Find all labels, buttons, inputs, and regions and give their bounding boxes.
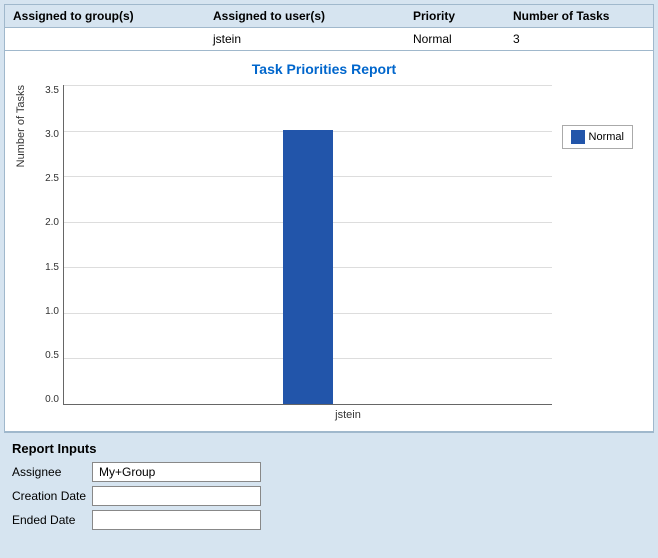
y-ticks: 0.0 0.5 1.0 1.5 2.0 2.5 3.0 3.5	[31, 85, 59, 405]
y-axis-label: Number of Tasks	[15, 85, 27, 167]
x-label-jstein: jstein	[335, 409, 361, 421]
chart-section: Task Priorities Report Number of Tasks 0…	[4, 50, 654, 432]
label-assignee: Assignee	[12, 465, 92, 479]
bar-group	[283, 130, 333, 404]
input-ended-date[interactable]	[92, 510, 261, 530]
cell-user: jstein	[205, 28, 405, 50]
report-inputs-section: Report Inputs Assignee Creation Date End…	[4, 432, 654, 538]
chart-title: Task Priorities Report	[15, 61, 633, 77]
col-header-group: Assigned to group(s)	[5, 5, 205, 27]
y-tick: 2.0	[31, 217, 59, 228]
report-inputs-title: Report Inputs	[12, 441, 646, 456]
x-labels: jstein	[63, 405, 633, 421]
cell-group	[5, 28, 205, 50]
y-tick: 3.5	[31, 85, 59, 96]
cell-tasks: 3	[505, 28, 625, 50]
y-tick: 1.5	[31, 262, 59, 273]
table-row: jstein Normal 3	[4, 27, 654, 50]
legend-color-normal	[571, 130, 585, 144]
y-tick: 0.0	[31, 394, 59, 405]
col-header-user: Assigned to user(s)	[205, 5, 405, 27]
label-ended-date: Ended Date	[12, 513, 92, 527]
input-row-creation-date: Creation Date	[12, 486, 646, 506]
page-container: Assigned to group(s) Assigned to user(s)…	[0, 0, 658, 542]
col-header-tasks: Number of Tasks	[505, 5, 625, 27]
col-header-priority: Priority	[405, 5, 505, 27]
y-tick: 3.0	[31, 129, 59, 140]
input-creation-date[interactable]	[92, 486, 261, 506]
input-row-assignee: Assignee	[12, 462, 646, 482]
chart-legend: Normal	[562, 125, 633, 149]
input-row-ended-date: Ended Date	[12, 510, 646, 530]
y-tick: 2.5	[31, 173, 59, 184]
y-tick: 1.0	[31, 306, 59, 317]
cell-priority: Normal	[405, 28, 505, 50]
table-header: Assigned to group(s) Assigned to user(s)…	[4, 4, 654, 27]
label-creation-date: Creation Date	[12, 489, 92, 503]
bar-jstein	[283, 130, 333, 404]
input-assignee[interactable]	[92, 462, 261, 482]
legend-label-normal: Normal	[589, 131, 624, 143]
grid-line	[64, 85, 552, 86]
y-tick: 0.5	[31, 350, 59, 361]
bars-area	[63, 85, 552, 405]
